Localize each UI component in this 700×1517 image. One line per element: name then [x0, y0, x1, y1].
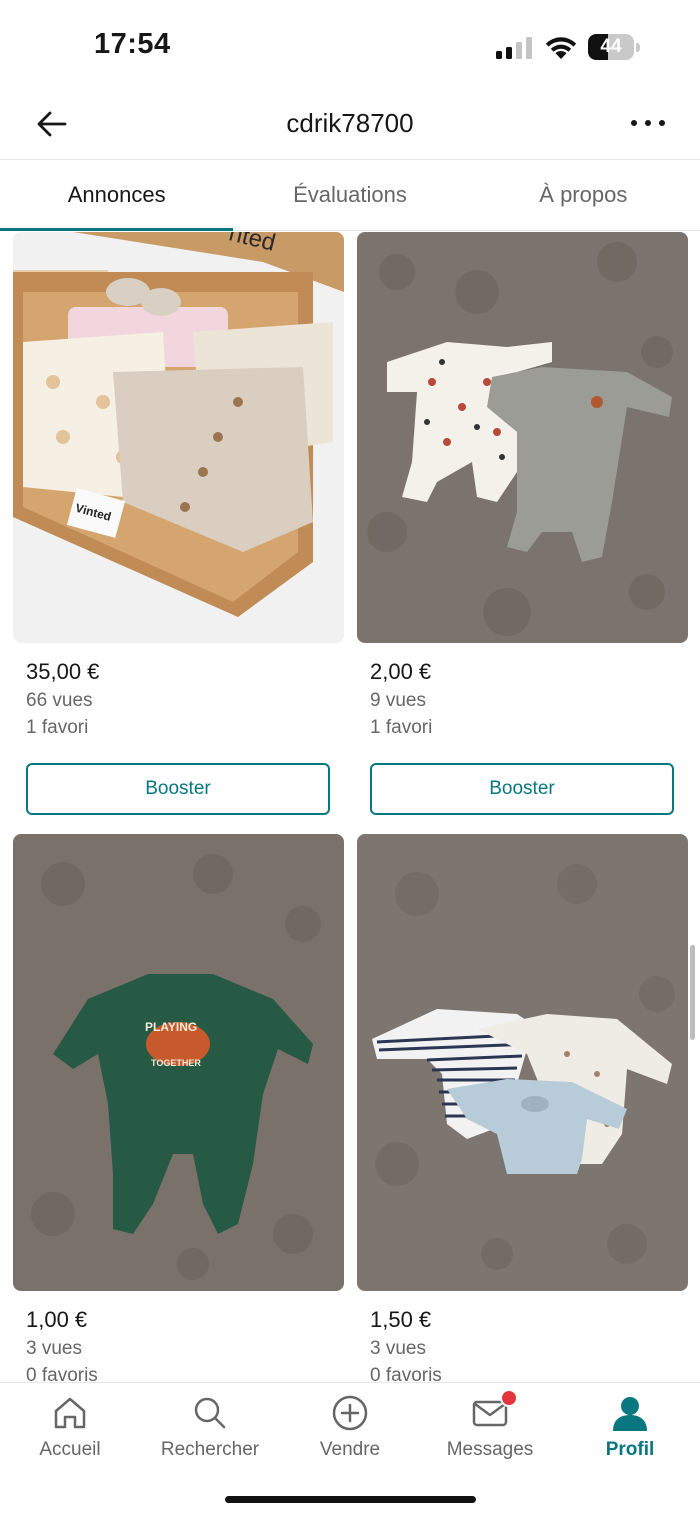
baby-pajamas-image — [357, 232, 688, 643]
listing-card[interactable]: nted Vinted 35,00 € 66 vues 1 favori Boo… — [13, 232, 344, 815]
page-title: cdrik78700 — [286, 108, 414, 138]
listing-favorites: 1 favori — [26, 717, 89, 738]
nav-vendre[interactable]: Vendre — [280, 1393, 420, 1461]
listing-price: 2,00 € — [370, 659, 432, 684]
profile-header: cdrik78700 — [0, 90, 700, 160]
listing-card[interactable]: PLAYING TOGETHER 1,00 € 3 vues 0 favoris — [13, 834, 344, 1382]
home-icon — [54, 1397, 86, 1429]
listing-photo[interactable]: nted Vinted — [13, 232, 344, 643]
nav-accueil[interactable]: Accueil — [0, 1393, 140, 1461]
listing-photo[interactable]: PLAYING TOGETHER — [13, 834, 344, 1291]
listing-price: 1,00 € — [26, 1307, 88, 1332]
listing-favorites: 0 favoris — [370, 1365, 442, 1382]
listing-photo[interactable] — [357, 232, 688, 643]
profile-icon — [613, 1397, 647, 1431]
notification-badge — [500, 1389, 518, 1407]
nav-label: Messages — [446, 1439, 534, 1460]
listing-price: 35,00 € — [26, 659, 100, 684]
nav-label: Profil — [605, 1439, 655, 1460]
scrollbar[interactable] — [690, 945, 695, 1040]
box-of-clothes-image: nted Vinted — [13, 232, 344, 643]
tab-evaluations[interactable]: Évaluations — [233, 160, 466, 230]
nav-label: Vendre — [319, 1439, 381, 1460]
tab-a-propos[interactable]: À propos — [467, 160, 700, 230]
nav-label: Accueil — [39, 1439, 101, 1460]
bodysuits-image — [357, 834, 688, 1291]
battery-indicator: 44 — [588, 34, 640, 60]
listing-views: 66 vues — [26, 690, 93, 711]
nav-profil[interactable]: Profil — [560, 1393, 700, 1461]
profile-tabs: Annonces Évaluations À propos — [0, 160, 700, 231]
more-options-icon[interactable] — [626, 108, 670, 138]
booster-button[interactable]: Booster — [26, 763, 330, 815]
status-bar: 17:54 44 — [0, 0, 700, 90]
listing-card[interactable]: 1,50 € 3 vues 0 favoris — [357, 834, 688, 1382]
listings-grid: nted Vinted 35,00 € 66 vues 1 favori Boo… — [0, 232, 700, 1382]
listing-views: 9 vues — [370, 690, 426, 711]
listing-card[interactable]: 2,00 € 9 vues 1 favori Booster — [357, 232, 688, 815]
listing-price: 1,50 € — [370, 1307, 432, 1332]
print-playing: PLAYING — [145, 1020, 197, 1034]
green-pajama-image: PLAYING TOGETHER — [13, 834, 344, 1291]
nav-messages[interactable]: Messages — [420, 1389, 560, 1461]
listing-favorites: 0 favoris — [26, 1365, 98, 1382]
print-together: TOGETHER — [151, 1058, 201, 1068]
home-indicator — [225, 1496, 476, 1503]
listing-views: 3 vues — [370, 1338, 426, 1359]
battery-level: 44 — [600, 36, 622, 57]
search-icon — [194, 1397, 226, 1429]
wifi-icon — [545, 37, 577, 59]
listing-views: 3 vues — [26, 1338, 82, 1359]
booster-button[interactable]: Booster — [370, 763, 674, 815]
listing-photo[interactable] — [357, 834, 688, 1291]
tab-annonces[interactable]: Annonces — [0, 160, 234, 231]
cellular-signal-icon — [496, 37, 532, 59]
nav-label: Rechercher — [160, 1439, 260, 1460]
listing-favorites: 1 favori — [370, 717, 433, 738]
status-time: 17:54 — [94, 28, 171, 60]
nav-rechercher[interactable]: Rechercher — [140, 1393, 280, 1461]
plus-circle-icon — [332, 1395, 368, 1431]
